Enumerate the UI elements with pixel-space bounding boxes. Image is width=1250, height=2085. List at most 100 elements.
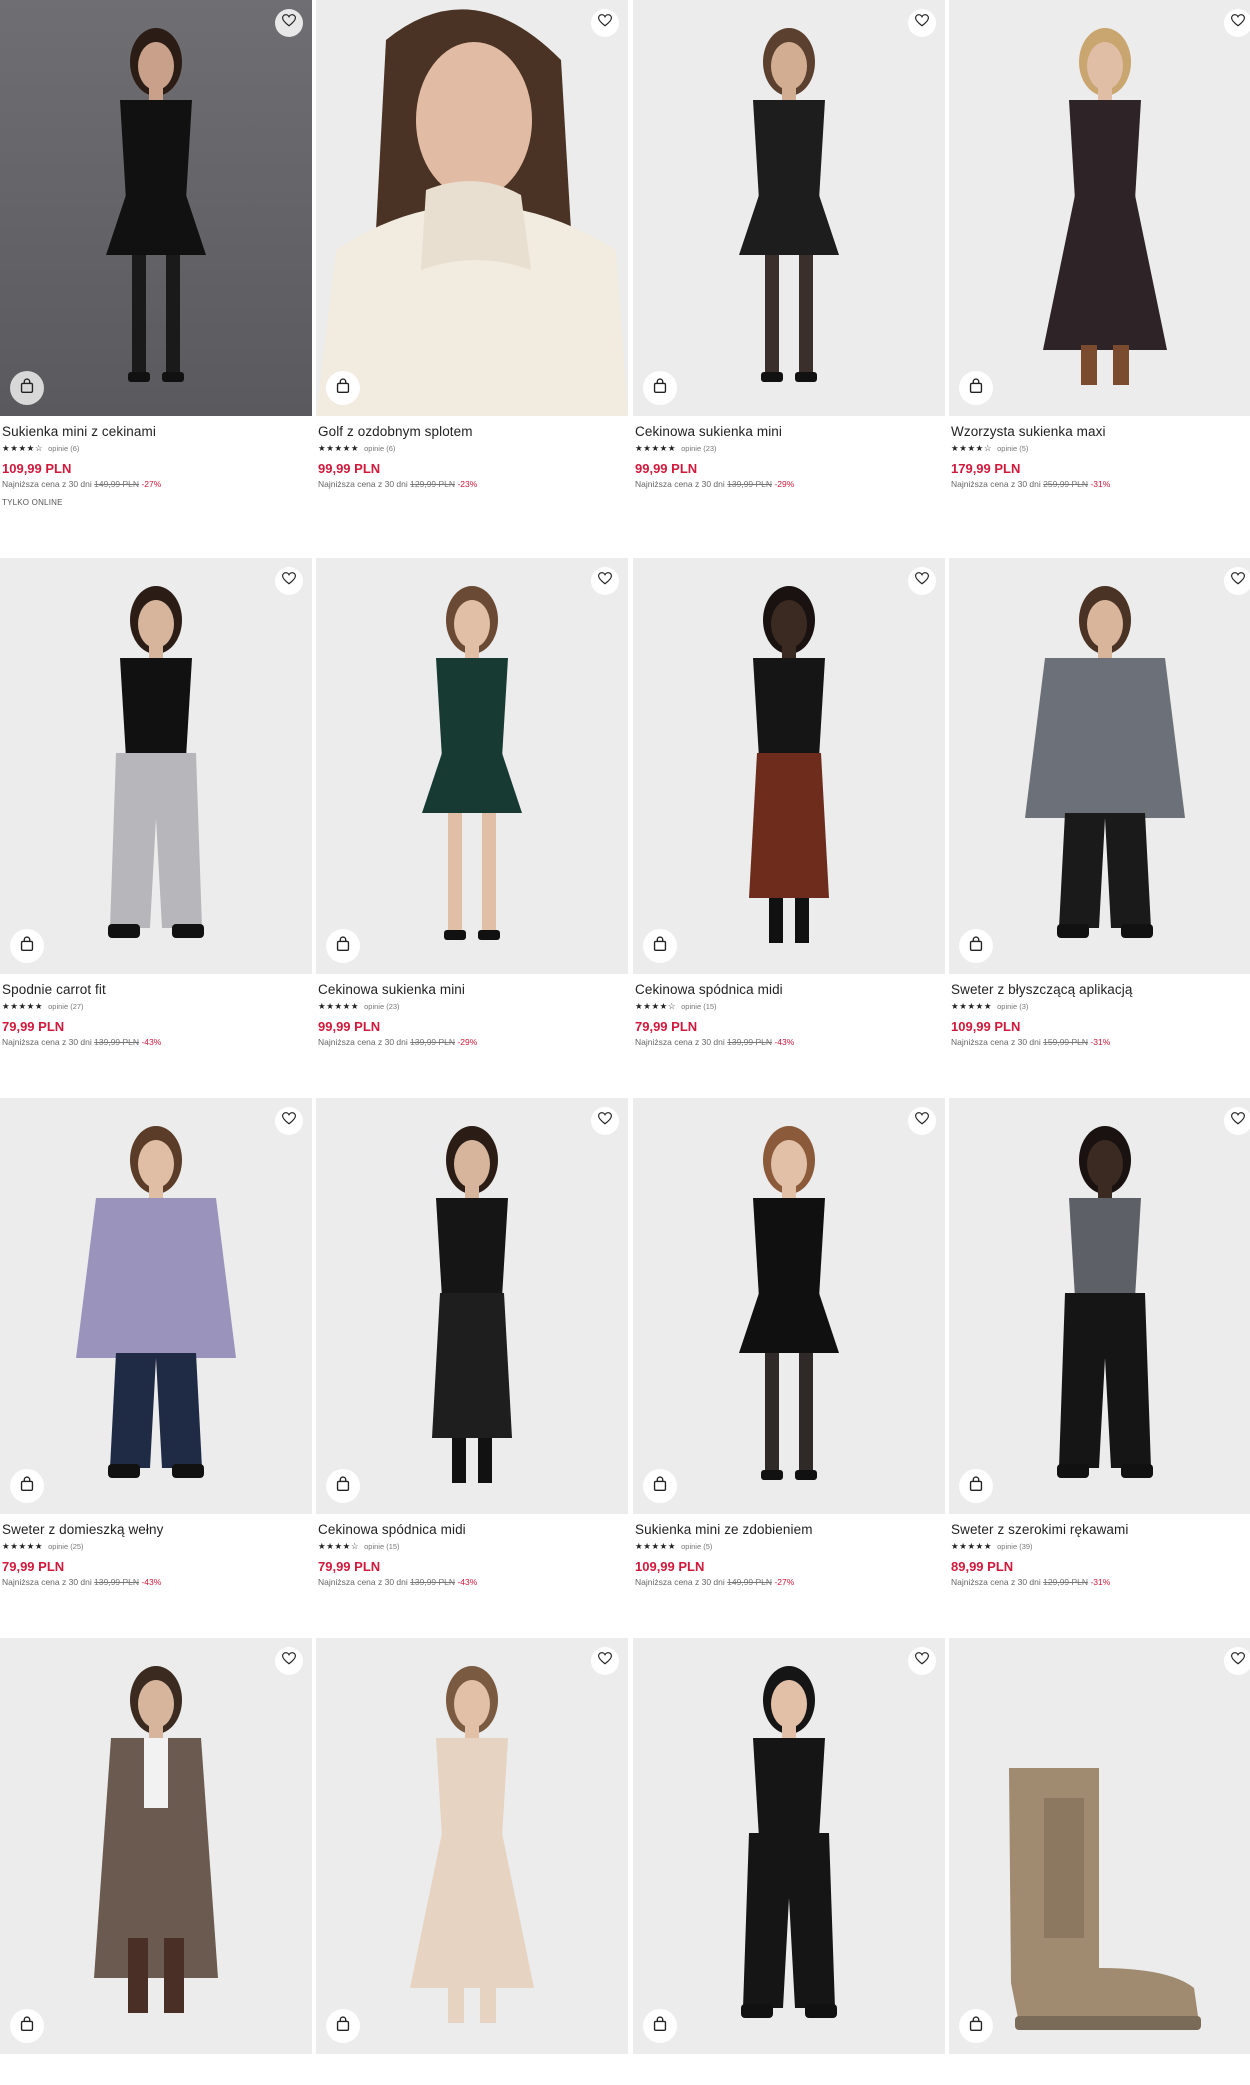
- product-title[interactable]: Sweter z domieszką wełny: [2, 1521, 310, 1538]
- product-card[interactable]: Golf z ozdobnym splotem ★★★★★ opinie (6)…: [316, 0, 628, 498]
- lowest-price-label: Najniższa cena z 30 dni: [318, 1037, 408, 1047]
- product-title[interactable]: Sweter z błyszczącą aplikacją: [951, 981, 1250, 998]
- add-to-favorites-button[interactable]: [591, 1647, 619, 1675]
- product-info: Cekinowa spódnica midi ★★★★☆ opinie (15)…: [633, 974, 945, 1047]
- review-count[interactable]: opinie (3): [997, 1002, 1028, 1011]
- product-image[interactable]: [316, 558, 628, 974]
- add-to-cart-button[interactable]: [10, 2009, 44, 2043]
- lowest-price-label: Najniższa cena z 30 dni: [318, 1577, 408, 1587]
- review-count[interactable]: opinie (6): [48, 444, 79, 453]
- product-image[interactable]: [0, 558, 312, 974]
- review-count[interactable]: opinie (23): [681, 444, 716, 453]
- product-card[interactable]: [949, 1638, 1250, 2085]
- product-title[interactable]: Spodnie carrot fit: [2, 981, 310, 998]
- product-image[interactable]: [633, 558, 945, 974]
- add-to-cart-button[interactable]: [959, 2009, 993, 2043]
- add-to-favorites-button[interactable]: [1224, 1107, 1250, 1135]
- product-title[interactable]: Golf z ozdobnym splotem: [318, 423, 626, 440]
- add-to-cart-button[interactable]: [643, 371, 677, 405]
- add-to-cart-button[interactable]: [326, 2009, 360, 2043]
- review-count[interactable]: opinie (6): [364, 444, 395, 453]
- add-to-favorites-button[interactable]: [1224, 567, 1250, 595]
- product-card[interactable]: [316, 1638, 628, 2085]
- product-image[interactable]: [949, 1098, 1250, 1514]
- product-title[interactable]: Cekinowa spódnica midi: [635, 981, 943, 998]
- review-count[interactable]: opinie (39): [997, 1542, 1032, 1551]
- product-card[interactable]: [633, 1638, 945, 2085]
- product-card[interactable]: Wzorzysta sukienka maxi ★★★★☆ opinie (5)…: [949, 0, 1250, 498]
- review-count[interactable]: opinie (5): [997, 444, 1028, 453]
- product-card[interactable]: Cekinowa sukienka mini ★★★★★ opinie (23)…: [316, 558, 628, 1056]
- product-card[interactable]: Cekinowa spódnica midi ★★★★☆ opinie (15)…: [633, 558, 945, 1056]
- product-image[interactable]: [949, 558, 1250, 974]
- product-card[interactable]: Cekinowa spódnica midi ★★★★☆ opinie (15)…: [316, 1098, 628, 1596]
- product-image[interactable]: [633, 1098, 945, 1514]
- product-card[interactable]: Sweter z błyszczącą aplikacją ★★★★★ opin…: [949, 558, 1250, 1056]
- product-price: 109,99 PLN: [951, 1019, 1021, 1034]
- add-to-cart-button[interactable]: [10, 371, 44, 405]
- product-title[interactable]: Sweter z szerokimi rękawami: [951, 1521, 1250, 1538]
- add-to-favorites-button[interactable]: [591, 567, 619, 595]
- product-card[interactable]: Cekinowa sukienka mini ★★★★★ opinie (23)…: [633, 0, 945, 498]
- product-card[interactable]: Sukienka mini ze zdobieniem ★★★★★ opinie…: [633, 1098, 945, 1596]
- add-to-favorites-button[interactable]: [1224, 9, 1250, 37]
- add-to-cart-button[interactable]: [326, 1469, 360, 1503]
- product-photo: [422, 586, 522, 940]
- product-title[interactable]: Sukienka mini ze zdobieniem: [635, 1521, 943, 1538]
- product-title[interactable]: Wzorzysta sukienka maxi: [951, 423, 1250, 440]
- add-to-favorites-button[interactable]: [591, 9, 619, 37]
- product-image[interactable]: [316, 1098, 628, 1514]
- add-to-cart-button[interactable]: [959, 929, 993, 963]
- product-card[interactable]: Spodnie carrot fit ★★★★★ opinie (27) 79,…: [0, 558, 312, 1056]
- review-count[interactable]: opinie (5): [681, 1542, 712, 1551]
- add-to-cart-button[interactable]: [10, 929, 44, 963]
- add-to-cart-button[interactable]: [959, 1469, 993, 1503]
- add-to-favorites-button[interactable]: [908, 1107, 936, 1135]
- review-count[interactable]: opinie (15): [681, 1002, 716, 1011]
- add-to-cart-button[interactable]: [10, 1469, 44, 1503]
- product-image[interactable]: [949, 1638, 1250, 2054]
- review-count[interactable]: opinie (27): [48, 1002, 83, 1011]
- product-card[interactable]: Sweter z szerokimi rękawami ★★★★★ opinie…: [949, 1098, 1250, 1596]
- add-to-favorites-button[interactable]: [275, 567, 303, 595]
- lowest-price-info: Najniższa cena z 30 dni 139,99 PLN -43%: [2, 1577, 310, 1587]
- add-to-favorites-button[interactable]: [908, 567, 936, 595]
- shopping-bag-icon: [653, 936, 667, 956]
- product-title[interactable]: Cekinowa spódnica midi: [318, 1521, 626, 1538]
- add-to-cart-button[interactable]: [643, 1469, 677, 1503]
- review-count[interactable]: opinie (23): [364, 1002, 399, 1011]
- product-card[interactable]: Sweter z domieszką wełny ★★★★★ opinie (2…: [0, 1098, 312, 1596]
- product-image[interactable]: [0, 0, 312, 416]
- add-to-cart-button[interactable]: [643, 2009, 677, 2043]
- add-to-cart-button[interactable]: [326, 929, 360, 963]
- review-count[interactable]: opinie (25): [48, 1542, 83, 1551]
- product-image[interactable]: [949, 0, 1250, 416]
- product-image[interactable]: [316, 0, 628, 416]
- product-image[interactable]: [633, 0, 945, 416]
- product-rating: ★★★★☆ opinie (15): [635, 1000, 943, 1013]
- product-card[interactable]: [0, 1638, 312, 2085]
- add-to-favorites-button[interactable]: [275, 9, 303, 37]
- product-card[interactable]: Sukienka mini z cekinami ★★★★☆ opinie (6…: [0, 0, 312, 507]
- product-info: Sukienka mini ze zdobieniem ★★★★★ opinie…: [633, 1514, 945, 1587]
- add-to-cart-button[interactable]: [326, 371, 360, 405]
- product-price: 89,99 PLN: [951, 1559, 1014, 1574]
- product-image[interactable]: [0, 1098, 312, 1514]
- add-to-favorites-button[interactable]: [1224, 1647, 1250, 1675]
- add-to-cart-button[interactable]: [959, 371, 993, 405]
- review-count[interactable]: opinie (15): [364, 1542, 399, 1551]
- add-to-favorites-button[interactable]: [591, 1107, 619, 1135]
- product-title[interactable]: Cekinowa sukienka mini: [318, 981, 626, 998]
- product-rating: [951, 2063, 1250, 2076]
- product-image[interactable]: [316, 1638, 628, 2054]
- product-image[interactable]: [633, 1638, 945, 2054]
- add-to-cart-button[interactable]: [643, 929, 677, 963]
- add-to-favorites-button[interactable]: [275, 1107, 303, 1135]
- product-title[interactable]: Cekinowa sukienka mini: [635, 423, 943, 440]
- add-to-favorites-button[interactable]: [908, 1647, 936, 1675]
- product-photo: [1009, 1768, 1201, 2030]
- add-to-favorites-button[interactable]: [908, 9, 936, 37]
- product-title[interactable]: Sukienka mini z cekinami: [2, 423, 310, 440]
- add-to-favorites-button[interactable]: [275, 1647, 303, 1675]
- product-image[interactable]: [0, 1638, 312, 2054]
